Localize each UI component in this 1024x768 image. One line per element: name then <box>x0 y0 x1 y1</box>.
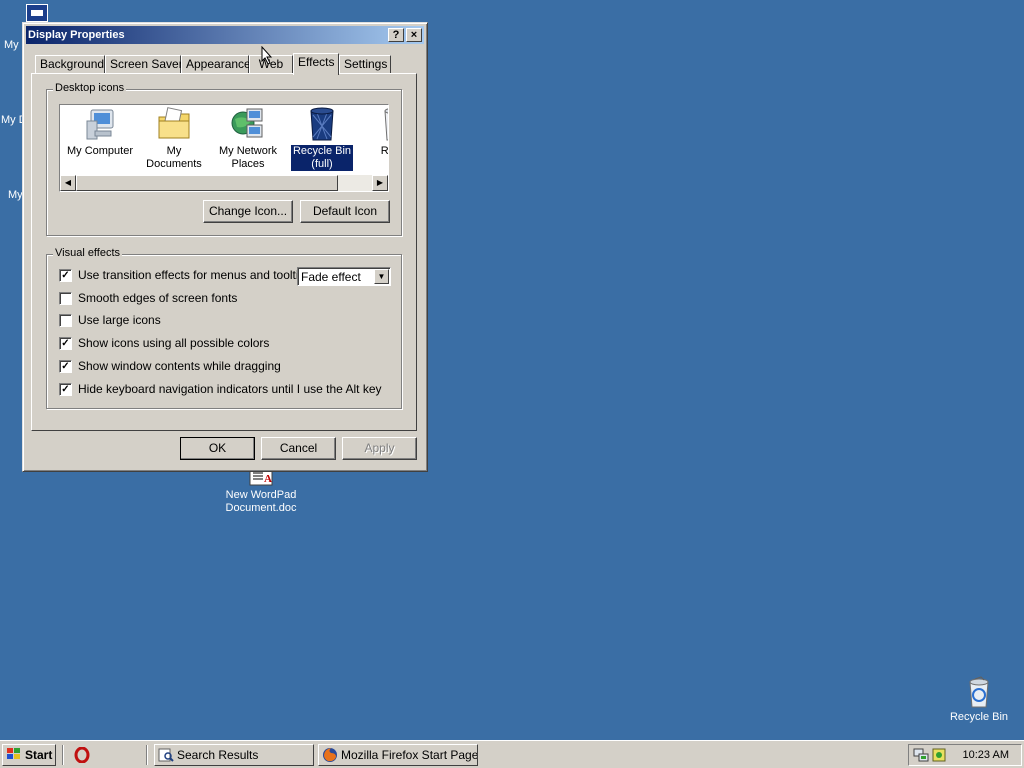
visual-effects-group-label: Visual effects <box>53 247 123 259</box>
checkbox-transition-effects[interactable]: ✓ <box>59 269 72 282</box>
windows-logo-icon <box>7 748 20 759</box>
task-search-results[interactable]: Search Results <box>154 744 314 766</box>
ok-button[interactable]: OK <box>180 437 255 460</box>
list-item-my-network-places[interactable]: My Network Places <box>211 107 285 171</box>
taskbar-separator <box>146 745 148 765</box>
my-network-places-label: My Network Places <box>217 145 279 171</box>
change-icon-button[interactable]: Change Icon... <box>203 200 293 223</box>
recycle-bin-empty-label-line1: Recyc <box>380 145 389 157</box>
desktop-icons-horizontal-scrollbar[interactable]: ◀ ▶ <box>60 175 388 191</box>
recycle-bin-icon <box>969 676 989 708</box>
display-properties-dialog: Display Properties ? × Background Screen… <box>22 22 428 472</box>
task-search-results-label: Search Results <box>177 748 259 762</box>
desktop-icons-group: Desktop icons My Computer My Documents M… <box>46 82 402 236</box>
my-documents-label: My Documents <box>146 145 202 170</box>
label-hide-keyboard-indicators: Hide keyboard navigation indicators unti… <box>78 382 382 396</box>
label-smooth-edges: Smooth edges of screen fonts <box>78 291 238 305</box>
task-firefox-label: Mozilla Firefox Start Page... <box>341 748 478 762</box>
dialog-title: Display Properties <box>28 29 125 41</box>
desktop-icons-group-label: Desktop icons <box>53 82 127 94</box>
firefox-icon <box>323 748 337 762</box>
list-item-recycle-bin-full[interactable]: Recycle Bin (full) <box>285 107 359 171</box>
tab-effects[interactable]: Effects <box>293 53 339 75</box>
transition-effect-select[interactable]: Fade effect ▼ <box>297 267 391 286</box>
desktop-icon-wordpad-document[interactable]: A New WordPad Document.doc <box>216 468 306 515</box>
scroll-right-arrow-icon[interactable]: ▶ <box>372 175 388 191</box>
my-network-places-label-line1: My Network <box>218 145 278 157</box>
system-tray: 10:23 AM <box>908 744 1022 766</box>
recycle-bin-empty-label: Recyc (e <box>379 145 389 171</box>
visual-effects-group: Visual effects ✓ Use transition effects … <box>46 247 402 409</box>
scrollbar-thumb[interactable] <box>76 175 338 191</box>
opera-quicklaunch-icon[interactable] <box>74 747 90 763</box>
recycle-bin-empty-icon <box>384 108 388 141</box>
scroll-left-arrow-icon[interactable]: ◀ <box>60 175 76 191</box>
checkbox-all-possible-colors[interactable]: ✓ <box>59 337 72 350</box>
list-item-my-documents[interactable]: My Documents <box>137 107 211 171</box>
taskbar: Start Search Results Mozilla Firefox Sta… <box>0 740 1024 768</box>
my-computer-label: My Computer <box>66 145 134 157</box>
task-firefox[interactable]: Mozilla Firefox Start Page... <box>318 744 478 766</box>
my-computer-icon <box>86 109 114 140</box>
tab-settings[interactable]: Settings <box>339 55 391 73</box>
label-window-contents-dragging: Show window contents while dragging <box>78 359 281 373</box>
tab-screen-saver[interactable]: Screen Saver <box>105 55 183 73</box>
search-icon <box>158 748 174 762</box>
label-transition-effects: Use transition effects for menus and too… <box>78 268 312 282</box>
wordpad-document-label-line1: New WordPad <box>225 489 297 501</box>
my-network-places-label-line2: Places <box>231 158 265 170</box>
recycle-bin-full-label-line2: (full) <box>311 158 333 170</box>
clock[interactable]: 10:23 AM <box>963 749 1009 761</box>
checkbox-large-icons[interactable] <box>59 314 72 327</box>
network-tray-icon[interactable] <box>913 747 929 763</box>
recycle-bin-full-label: Recycle Bin (full) <box>290 145 354 171</box>
desktop-icon-recycle-bin[interactable]: Recycle Bin <box>934 676 1024 724</box>
apply-button[interactable]: Apply <box>342 437 417 460</box>
recycle-bin-full-icon <box>310 107 334 141</box>
effects-tab-panel: Desktop icons My Computer My Documents M… <box>31 73 417 431</box>
start-button[interactable]: Start <box>2 744 56 766</box>
cancel-button[interactable]: Cancel <box>261 437 336 460</box>
default-icon-button[interactable]: Default Icon <box>300 200 390 223</box>
desktop-label-my-computer-partial[interactable]: My <box>4 39 19 51</box>
label-all-possible-colors: Show icons using all possible colors <box>78 336 270 350</box>
close-button[interactable]: × <box>406 28 422 42</box>
desktop-icon-top[interactable] <box>26 4 48 22</box>
title-bar[interactable]: Display Properties ? × <box>26 26 424 44</box>
desktop-icons-list: My Computer My Documents My Network Plac… <box>59 104 389 192</box>
list-item-my-computer[interactable]: My Computer <box>63 107 137 158</box>
mouse-cursor-icon <box>261 46 273 65</box>
taskbar-separator <box>62 745 64 765</box>
label-large-icons: Use large icons <box>78 313 161 327</box>
my-documents-icon <box>158 107 190 139</box>
desktop-label-my-network-partial[interactable]: My <box>8 189 23 201</box>
wordpad-document-label-line2: Document.doc <box>225 502 297 514</box>
checkbox-hide-keyboard-indicators[interactable]: ✓ <box>59 383 72 396</box>
help-button[interactable]: ? <box>388 28 404 42</box>
list-item-recycle-bin-empty[interactable]: Recyc (e <box>359 107 389 171</box>
svg-text:A: A <box>264 473 272 485</box>
dropdown-arrow-icon[interactable]: ▼ <box>374 269 389 284</box>
recycle-bin-label: Recycle Bin <box>949 711 1009 723</box>
transition-effect-value: Fade effect <box>301 270 361 284</box>
start-label: Start <box>25 748 53 762</box>
security-tray-icon[interactable] <box>931 747 947 763</box>
checkbox-smooth-edges[interactable] <box>59 292 72 305</box>
checkbox-window-contents-dragging[interactable]: ✓ <box>59 360 72 373</box>
recycle-bin-full-label-line1: Recycle Bin <box>292 145 352 157</box>
tab-appearance[interactable]: Appearance <box>181 55 251 73</box>
my-network-places-icon <box>231 108 263 138</box>
tab-background[interactable]: Background <box>35 55 105 73</box>
